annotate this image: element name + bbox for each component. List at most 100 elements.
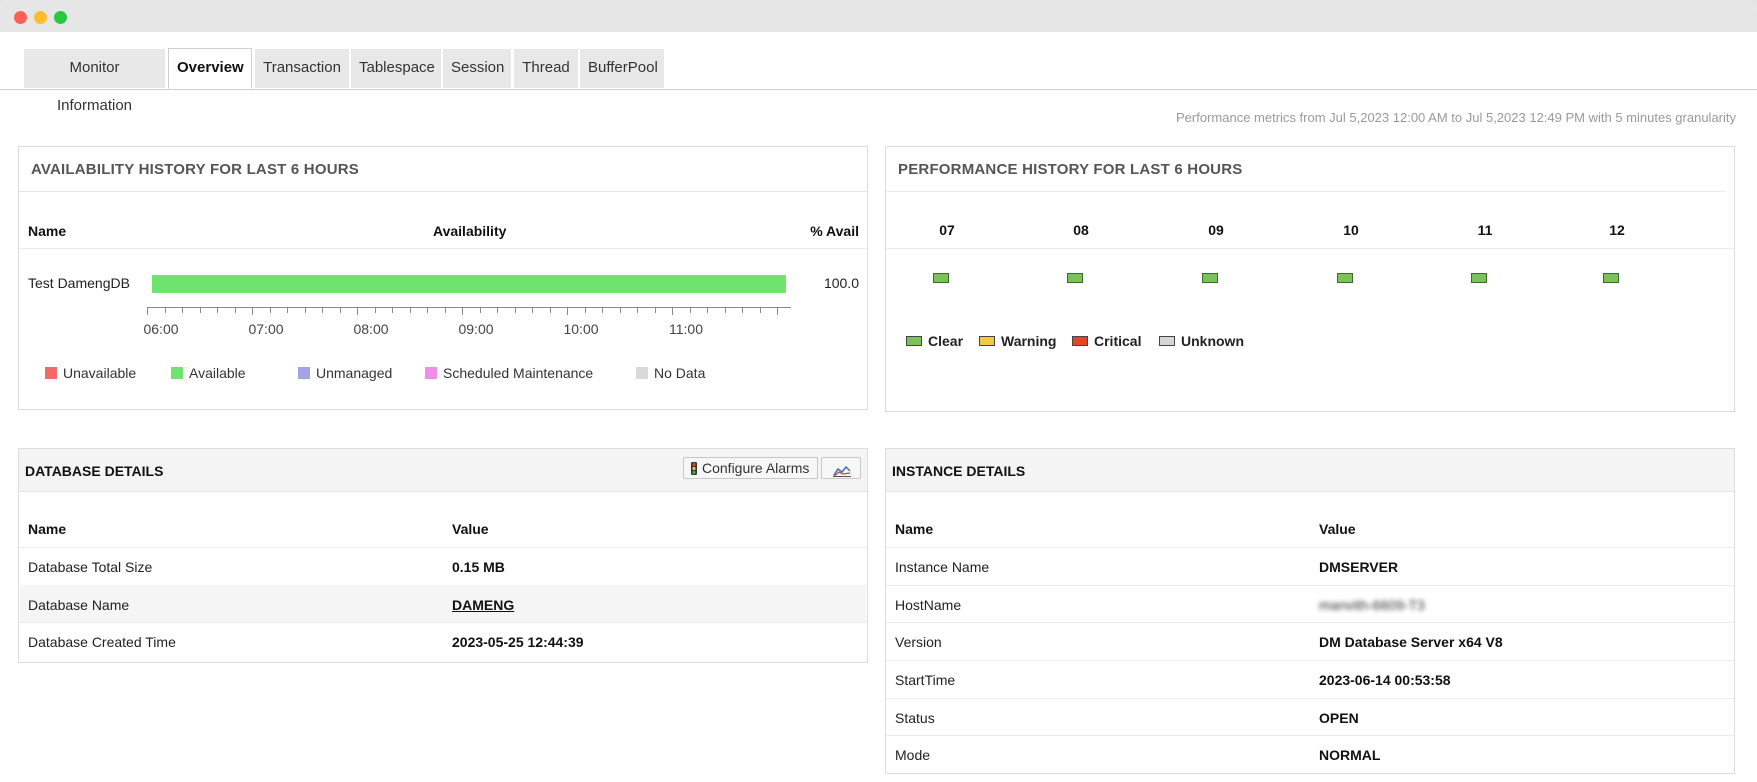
axis-tick xyxy=(619,307,621,313)
axis-label: 07:00 xyxy=(248,321,284,337)
axis-tick xyxy=(409,307,411,313)
legend-unavailable: Unavailable xyxy=(45,365,136,381)
legend-label: Unknown xyxy=(1181,333,1244,349)
axis-tick xyxy=(672,307,673,315)
axis-tick xyxy=(462,307,463,315)
axis-tick xyxy=(514,307,516,313)
availability-history-panel: AVAILABILITY HISTORY FOR LAST 6 HOURS Na… xyxy=(18,146,868,410)
legend-unknown: Unknown xyxy=(1159,333,1244,349)
database-col-name: Name xyxy=(28,521,67,537)
database-details-header: DATABASE DETAILS Configure Alarms xyxy=(19,449,867,492)
axis-tick xyxy=(724,307,726,313)
axis-tick xyxy=(322,307,323,313)
axis-tick xyxy=(777,307,778,315)
axis-tick xyxy=(304,307,306,313)
legend-label: No Data xyxy=(654,365,706,381)
availability-col-availability: Availability xyxy=(433,223,507,239)
hour-label: 07 xyxy=(939,222,955,238)
axis-tick xyxy=(182,307,183,313)
status-value: OPEN xyxy=(1319,710,1359,726)
database-details-title: DATABASE DETAILS xyxy=(25,463,164,479)
axis-label: 08:00 xyxy=(353,321,389,337)
axis-tick xyxy=(497,307,498,313)
legend-label: Scheduled Maintenance xyxy=(443,365,594,381)
axis-tick xyxy=(584,307,586,313)
legend-label: Available xyxy=(189,365,246,381)
database-row-name: Database Name xyxy=(28,597,130,613)
instance-row-name: Status xyxy=(895,710,935,726)
minimize-window-button[interactable] xyxy=(34,11,47,24)
axis-label: 06:00 xyxy=(143,321,179,337)
hour-status-clear[interactable] xyxy=(1067,273,1083,283)
axis-label: 11:00 xyxy=(669,321,703,337)
instance-row-name: Version xyxy=(895,634,942,650)
tab-bufferpool[interactable]: BufferPool xyxy=(580,49,664,88)
divider xyxy=(886,585,1734,586)
axis-tick xyxy=(742,307,743,313)
availability-axis xyxy=(147,307,791,308)
maximize-window-button[interactable] xyxy=(54,11,67,24)
axis-tick xyxy=(374,307,376,313)
legend-label: Clear xyxy=(928,333,964,349)
performance-range-note: Performance metrics from Jul 5,2023 12:0… xyxy=(1176,110,1736,125)
legend-label: Unavailable xyxy=(63,365,137,381)
divider xyxy=(886,248,1734,249)
tab-thread[interactable]: Thread xyxy=(514,49,578,88)
axis-tick xyxy=(549,307,551,313)
divider xyxy=(886,660,1734,661)
legend-swatch xyxy=(636,367,648,379)
divider xyxy=(19,248,867,249)
instance-col-name: Name xyxy=(895,521,934,537)
availability-bar[interactable] xyxy=(152,275,786,293)
legend-unmanaged: Unmanaged xyxy=(298,365,392,381)
tab-bar: Monitor Information Overview Transaction… xyxy=(0,32,1757,114)
axis-tick xyxy=(234,307,236,313)
tab-transaction[interactable]: Transaction xyxy=(255,49,349,88)
database-name-link[interactable]: DAMENG xyxy=(452,597,514,613)
chart-view-button[interactable] xyxy=(821,457,861,479)
axis-tick xyxy=(164,307,166,313)
database-row-name: Database Created Time xyxy=(28,634,176,650)
divider xyxy=(886,735,1734,736)
tab-session[interactable]: Session xyxy=(443,49,511,88)
instance-row-name: Instance Name xyxy=(895,559,990,575)
availability-col-percent: % Avail xyxy=(810,223,859,239)
legend-no-data: No Data xyxy=(636,365,705,381)
hour-label: 09 xyxy=(1208,222,1224,238)
axis-tick xyxy=(339,307,341,313)
legend-label: Critical xyxy=(1094,333,1142,349)
hour-status-clear[interactable] xyxy=(1337,273,1353,283)
instance-row-name: HostName xyxy=(895,597,962,613)
divider xyxy=(886,547,1734,548)
availability-row-name: Test DamengDB xyxy=(28,275,130,291)
database-total-size-value: 0.15 MB xyxy=(452,559,505,575)
close-window-button[interactable] xyxy=(14,11,27,24)
axis-tick xyxy=(147,307,148,315)
divider xyxy=(886,191,1726,192)
legend-swatch xyxy=(171,367,183,379)
tab-overview[interactable]: Overview xyxy=(168,48,252,89)
axis-tick xyxy=(357,307,358,315)
legend-clear: Clear xyxy=(906,333,963,349)
hour-status-clear[interactable] xyxy=(933,273,949,283)
hour-status-clear[interactable] xyxy=(1202,273,1218,283)
hour-status-clear[interactable] xyxy=(1471,273,1487,283)
divider xyxy=(886,622,1734,623)
configure-alarms-button[interactable]: Configure Alarms xyxy=(683,457,818,479)
tab-monitor-information[interactable]: Monitor Information xyxy=(24,49,165,114)
tab-tablespace[interactable]: Tablespace xyxy=(351,49,441,88)
hour-status-clear[interactable] xyxy=(1603,273,1619,283)
configure-alarms-label: Configure Alarms xyxy=(702,460,810,476)
row-highlight xyxy=(20,585,866,622)
legend-available: Available xyxy=(171,365,246,381)
axis-label: 09:00 xyxy=(458,321,494,337)
axis-tick xyxy=(392,307,393,313)
axis-tick xyxy=(654,307,656,313)
instance-details-title: INSTANCE DETAILS xyxy=(892,463,1026,479)
axis-tick xyxy=(427,307,428,313)
availability-row-percent: 100.0 xyxy=(823,275,859,291)
instance-row-name: Mode xyxy=(895,747,931,763)
axis-tick xyxy=(759,307,761,313)
axis-tick xyxy=(252,307,253,315)
axis-tick xyxy=(532,307,533,313)
